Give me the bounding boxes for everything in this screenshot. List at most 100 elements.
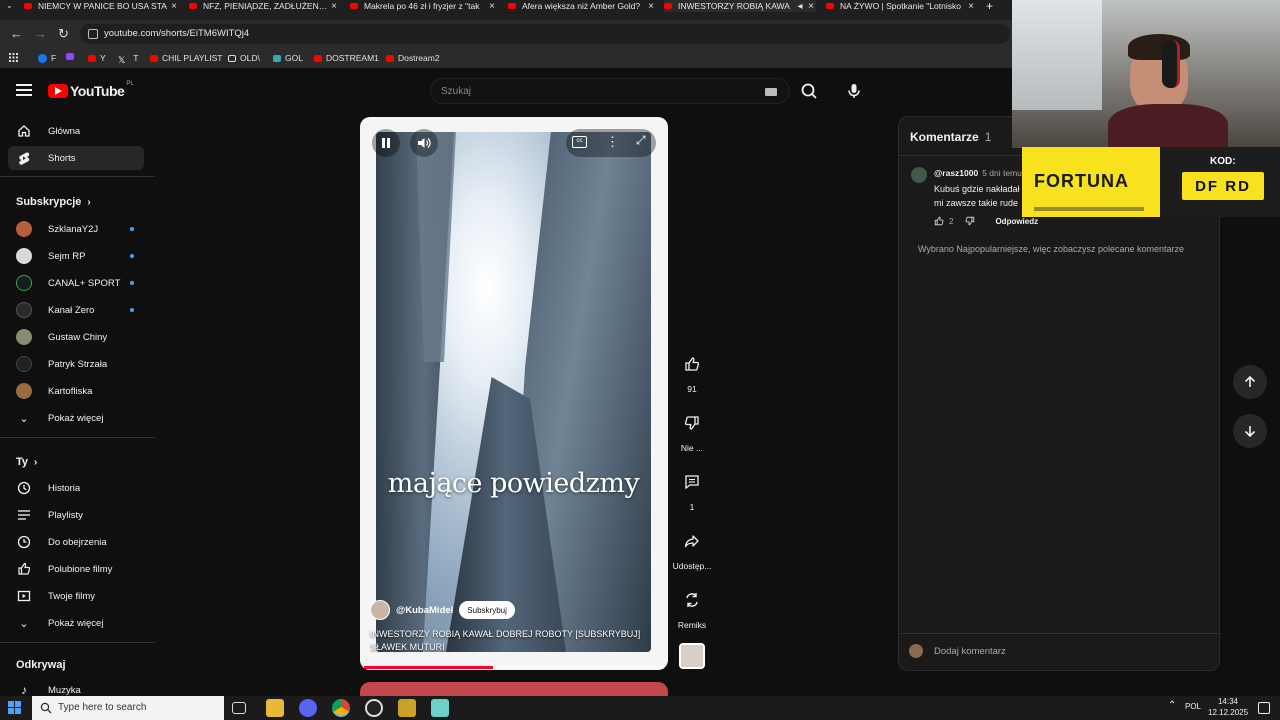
- volume-button[interactable]: [410, 129, 438, 157]
- sound-thumbnail[interactable]: [679, 643, 705, 669]
- short-progress-bar[interactable]: [364, 666, 664, 669]
- tray-clock[interactable]: 14:34 12.12.2025: [1208, 696, 1248, 718]
- tab-close-icon[interactable]: ×: [329, 1, 339, 12]
- short-title[interactable]: INWESTORZY ROBIĄ KAWAŁ DOBREJ ROBOTY [SU…: [370, 628, 645, 654]
- input-language[interactable]: POL: [1185, 702, 1201, 711]
- guide-item-home[interactable]: Główna: [8, 119, 144, 143]
- bookmark-twitch[interactable]: [66, 53, 78, 60]
- tab-close-icon[interactable]: ×: [487, 1, 497, 12]
- browser-tab[interactable]: Makrela po 46 zł i fryzjer z "tak ×: [350, 0, 497, 12]
- thumbs-down-icon: [684, 416, 699, 430]
- bookmark-chil-playlist[interactable]: CHIL PLAYLIST: [150, 53, 222, 63]
- you-header[interactable]: Ty ›: [16, 456, 37, 468]
- notifications-icon[interactable]: [1258, 702, 1270, 714]
- arrow-down-icon: [1244, 426, 1256, 438]
- chevron-right-icon: ›: [34, 456, 38, 468]
- browser-tab[interactable]: NA ŻYWO | Spotkanie "Lotnisko ×: [826, 0, 976, 12]
- bookmark-f[interactable]: F: [38, 53, 56, 63]
- comment-author[interactable]: @rasz1000: [934, 168, 978, 178]
- guide-show-more[interactable]: ⌄ Pokaż więcej: [8, 406, 144, 430]
- channel-handle[interactable]: @KubaMidel: [396, 605, 453, 616]
- windows-start-icon[interactable]: [8, 701, 22, 715]
- guide-item-liked[interactable]: Polubione filmy: [8, 557, 144, 581]
- tab-close-icon[interactable]: ×: [806, 1, 816, 12]
- fullscreen-icon[interactable]: ⤢: [636, 133, 646, 148]
- headphones-icon: [1162, 40, 1180, 88]
- guide-item-subscription[interactable]: SzklanaY2J: [8, 217, 144, 241]
- next-short-button[interactable]: [1233, 414, 1267, 448]
- commenter-avatar[interactable]: [911, 167, 927, 183]
- discord-icon[interactable]: [299, 699, 317, 717]
- guide-item-playlists[interactable]: Playlisty: [8, 503, 144, 527]
- bookmark-old[interactable]: OLD\: [228, 53, 260, 63]
- chrome-icon[interactable]: [332, 699, 350, 717]
- comment-like-icon[interactable]: [934, 216, 944, 226]
- bookmark-gol[interactable]: GOL: [273, 53, 303, 63]
- bookmark-dostream1[interactable]: DOSTREAM1: [314, 53, 379, 63]
- tab-close-icon[interactable]: ×: [966, 1, 976, 12]
- keyboard-icon[interactable]: [765, 88, 777, 96]
- browser-tab[interactable]: NIEMCY W PANICE BO USA STA ×: [24, 0, 179, 12]
- comment-dislike-icon[interactable]: [965, 216, 975, 226]
- captions-icon[interactable]: cc: [572, 136, 587, 148]
- youtube-logo[interactable]: YouTube PL: [48, 81, 134, 99]
- guide-show-more[interactable]: ⌄ Pokaż więcej: [8, 611, 144, 635]
- app-icon-teal[interactable]: [431, 699, 449, 717]
- app-icon-yellow[interactable]: [398, 699, 416, 717]
- file-explorer-icon[interactable]: [266, 699, 284, 717]
- back-icon[interactable]: ←: [10, 26, 23, 41]
- comment-reply-button[interactable]: Odpowiedz: [995, 217, 1038, 226]
- tray-expand-icon[interactable]: ⌃: [1168, 700, 1176, 711]
- guide-divider: [0, 176, 155, 177]
- guide-item-subscription[interactable]: Kartofliska: [8, 379, 144, 403]
- tab-close-icon[interactable]: ×: [646, 1, 656, 12]
- guide-item-shorts[interactable]: Shorts: [8, 146, 144, 170]
- guide-item-subscription[interactable]: Gustaw Chiny: [8, 325, 144, 349]
- browser-tab[interactable]: NFZ, PIENIĄDZE, ZADŁUŻENIE S ×: [189, 0, 339, 12]
- apps-grid-icon[interactable]: [9, 53, 18, 62]
- url-field[interactable]: youtube.com/shorts/EiTM6WITQj4: [80, 24, 1010, 44]
- tab-audio-icon[interactable]: ◂: [794, 1, 806, 12]
- subscribe-button[interactable]: Subskrybuj: [459, 601, 515, 619]
- task-view-icon[interactable]: [232, 702, 246, 714]
- browser-tab[interactable]: Afera większa niż Amber Gold? ×: [508, 0, 656, 12]
- pause-button[interactable]: [372, 129, 400, 157]
- guide-item-subscription[interactable]: CANAL+ SPORT: [8, 271, 144, 295]
- voice-search-button[interactable]: [842, 79, 866, 103]
- guide-item-label: Historia: [48, 482, 81, 494]
- guide-item-watch-later[interactable]: Do obejrzenia: [8, 530, 144, 554]
- bookmark-dostream2[interactable]: Dostream2: [386, 53, 440, 63]
- guide-item-subscription[interactable]: Sejm RP: [8, 244, 144, 268]
- tab-search-icon[interactable]: ⌄: [6, 1, 16, 11]
- share-button[interactable]: [678, 527, 706, 555]
- more-options-icon[interactable]: ⋮: [606, 133, 619, 151]
- like-button[interactable]: [678, 350, 706, 378]
- next-short-preview[interactable]: [360, 682, 668, 696]
- comments-button[interactable]: [678, 468, 706, 496]
- guide-item-history[interactable]: Historia: [8, 476, 144, 500]
- taskbar-search-input[interactable]: Type here to search: [32, 696, 224, 720]
- shorts-video[interactable]: [376, 132, 651, 652]
- site-info-icon[interactable]: [88, 29, 98, 39]
- tab-close-icon[interactable]: ×: [169, 1, 179, 12]
- guide-item-subscription[interactable]: Kanał Zero: [8, 298, 144, 322]
- reload-icon[interactable]: ↻: [58, 26, 69, 42]
- forward-icon[interactable]: →: [34, 26, 47, 41]
- subscriptions-header[interactable]: Subskrypcje ›: [16, 196, 91, 208]
- bookmark-y[interactable]: Y: [88, 53, 106, 63]
- guide-menu-icon[interactable]: [16, 84, 32, 98]
- browser-tab-active[interactable]: INWESTORZY ROBIĄ KAWA ◂ ×: [664, 0, 816, 12]
- bookmark-t[interactable]: 𝕏T: [118, 53, 138, 65]
- guide-item-subscription[interactable]: Patryk Strzała: [8, 352, 144, 376]
- new-tab-button[interactable]: +: [986, 0, 993, 13]
- previous-short-button[interactable]: [1233, 365, 1267, 399]
- obs-icon[interactable]: [365, 699, 383, 717]
- remix-button[interactable]: [678, 586, 706, 614]
- guide-item-your-videos[interactable]: Twoje filmy: [8, 584, 144, 608]
- channel-avatar[interactable]: [370, 600, 390, 620]
- search-input[interactable]: Szukaj: [430, 78, 790, 104]
- dislike-button[interactable]: [678, 409, 706, 437]
- comment-time[interactable]: 5 dni temu: [982, 168, 1022, 178]
- search-button[interactable]: [790, 78, 830, 104]
- add-comment-input[interactable]: Dodaj komentarz: [934, 646, 1006, 657]
